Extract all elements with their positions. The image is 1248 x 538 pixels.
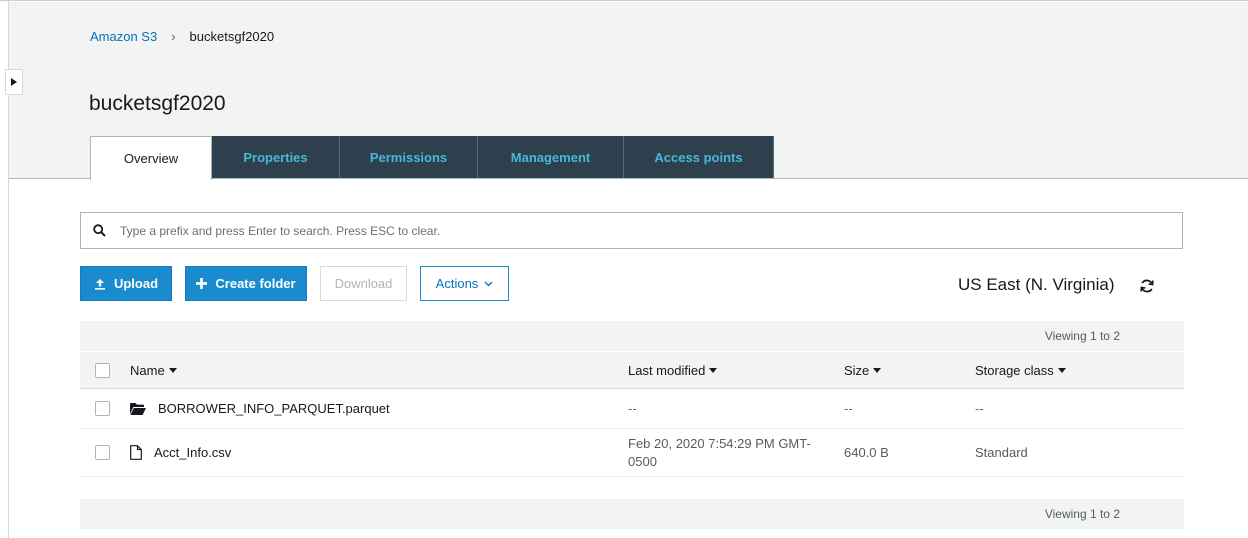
region-label: US East (N. Virginia) [958,275,1115,294]
column-header-name[interactable]: Name [130,363,177,378]
row-checkbox[interactable] [95,445,110,460]
viewing-count-top: Viewing 1 to 2 [1044,329,1120,343]
column-last-modified-label: Last modified [628,362,706,378]
row-name-cell: BORROWER_INFO_PARQUET.parquet [130,401,390,416]
last-modified-value: -- [628,401,637,416]
storage-class-value: Standard [975,445,1028,460]
breadcrumb-separator: › [171,29,176,44]
download-button[interactable]: Download [320,266,407,301]
column-storage-class-label: Storage class [975,362,1054,378]
refresh-icon[interactable] [1139,278,1155,294]
select-all-checkbox[interactable] [95,362,110,378]
tab-access-points-label: Access points [654,149,743,165]
tab-overview[interactable]: Overview [90,136,212,180]
table-header-row: Name Last modified Size Storage class [80,351,1184,389]
table-spacer [80,477,1184,499]
actions-button-label: Actions [435,276,479,291]
plus-icon [196,278,208,289]
tab-properties[interactable]: Properties [212,136,340,178]
column-header-last-modified[interactable]: Last modified [628,362,718,378]
download-button-label: Download [334,276,393,291]
row-last-modified-cell: -- [628,401,637,416]
table-row[interactable]: Acct_Info.csv Feb 20, 2020 7:54:29 PM GM… [80,429,1184,477]
sort-caret-icon [873,367,882,373]
breadcrumb-current-bucket: bucketsgf2020 [189,29,275,44]
row-size-cell: -- [844,401,853,416]
last-modified-value: Feb 20, 2020 7:54:29 PM GMT-0500 [628,435,811,469]
row-select-cell [95,401,110,416]
chevron-down-icon [484,281,493,287]
column-header-storage-class[interactable]: Storage class [975,363,1066,378]
sort-caret-icon [168,367,177,373]
table-row[interactable]: BORROWER_INFO_PARQUET.parquet -- -- -- [80,389,1184,429]
tab-overview-label: Overview [123,151,179,166]
sort-caret-icon [709,367,718,373]
row-select-cell [95,445,110,460]
object-name-link[interactable]: BORROWER_INFO_PARQUET.parquet [158,401,390,416]
column-name-label: Name [130,362,165,378]
pagination-status-top: Viewing 1 to 2 [80,321,1184,351]
object-name-link[interactable]: Acct_Info.csv [154,445,231,460]
file-icon [130,445,142,460]
upload-icon [94,278,106,290]
sort-caret-icon [1057,367,1066,373]
select-all-cell [95,362,110,378]
row-last-modified-cell: Feb 20, 2020 7:54:29 PM GMT-0500 [628,435,828,471]
search-input[interactable] [118,222,1122,239]
page-header: Amazon S3 › bucketsgf2020 bucketsgf2020 … [9,2,1248,180]
tab-properties-label: Properties [243,149,308,165]
page-title: bucketsgf2020 [89,92,226,115]
row-size-cell: 640.0 B [844,445,889,460]
tab-permissions-label: Permissions [369,149,448,165]
column-header-size[interactable]: Size [844,362,882,378]
objects-table: Viewing 1 to 2 Name Last modified Size S… [80,321,1184,529]
caret-right-icon [11,78,17,86]
upload-button[interactable]: Upload [80,266,172,301]
column-size-label: Size [844,362,870,378]
tab-management-label: Management [510,149,591,165]
viewing-count-bottom: Viewing 1 to 2 [1044,507,1120,521]
tab-permissions[interactable]: Permissions [340,136,478,178]
create-folder-button-label: Create folder [215,276,296,291]
row-name-cell: Acct_Info.csv [130,445,231,460]
folder-icon [130,402,146,415]
size-value: -- [844,401,853,416]
tab-management[interactable]: Management [478,136,624,178]
search-field[interactable] [80,212,1183,249]
page: Amazon S3 › bucketsgf2020 bucketsgf2020 … [0,0,1248,538]
row-checkbox[interactable] [95,401,110,416]
tab-access-points[interactable]: Access points [624,136,774,178]
row-storage-class-cell: Standard [975,445,1028,460]
nav-expand-toggle[interactable] [5,69,23,95]
upload-button-label: Upload [113,276,159,291]
row-storage-class-cell: -- [975,401,984,416]
actions-dropdown-button[interactable]: Actions [420,266,509,301]
breadcrumb: Amazon S3 › bucketsgf2020 [90,29,274,44]
breadcrumb-amazon-s3-link[interactable]: Amazon S3 [90,29,157,44]
storage-class-value: -- [975,401,984,416]
search-icon [93,224,106,237]
size-value: 640.0 B [844,445,889,460]
bucket-tabs: Overview Properties Permissions Manageme… [90,136,774,180]
create-folder-button[interactable]: Create folder [185,266,307,301]
pagination-status-bottom: Viewing 1 to 2 [80,499,1184,529]
